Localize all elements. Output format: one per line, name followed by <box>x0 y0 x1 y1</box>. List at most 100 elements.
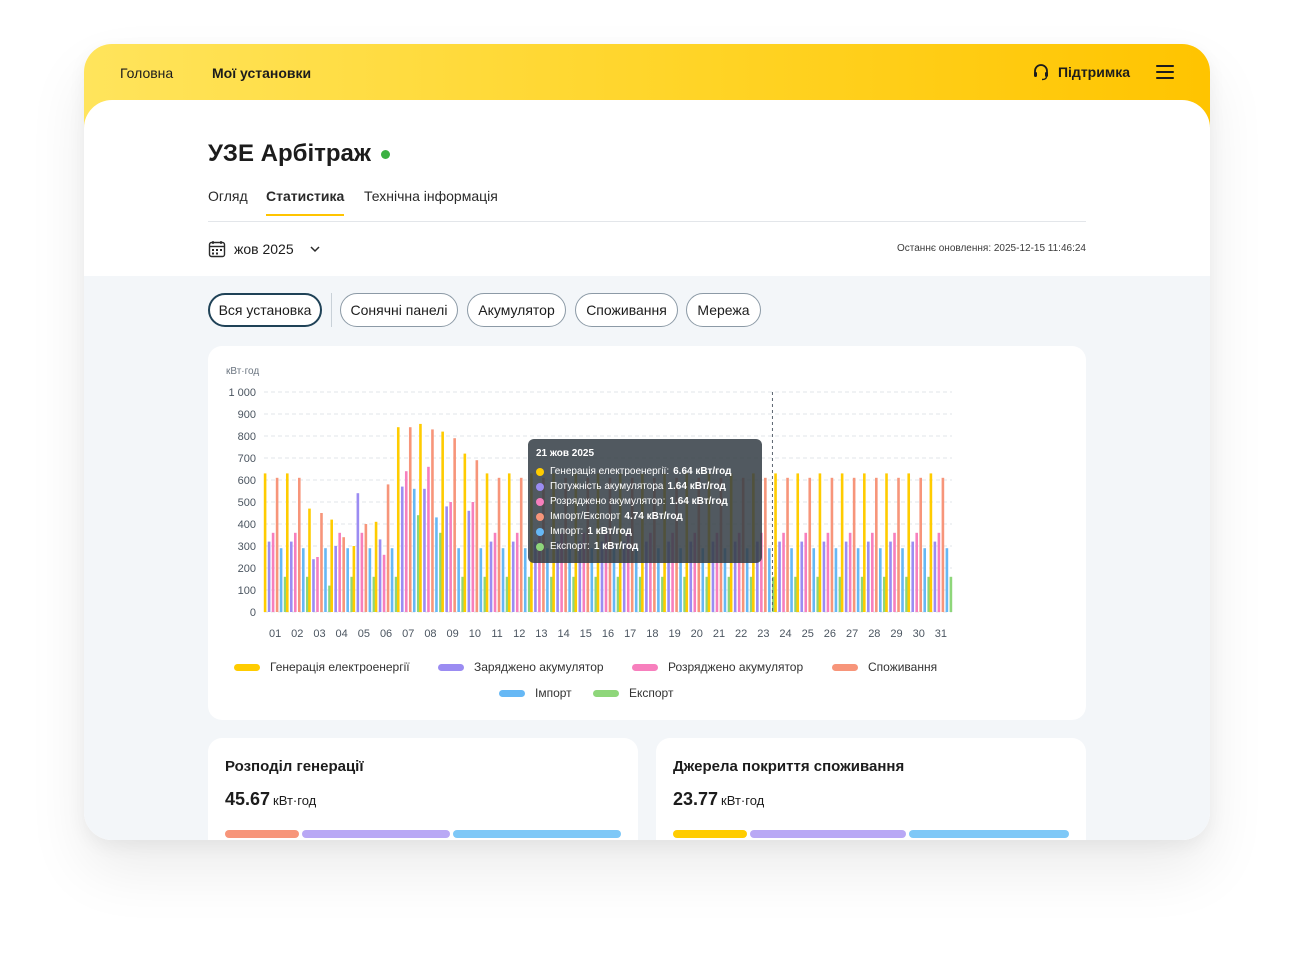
bar-10-series-2 <box>471 502 475 612</box>
bar-08-series-3 <box>431 429 434 612</box>
x-tick-label: 23 <box>757 628 769 640</box>
calendar-icon <box>208 241 226 258</box>
bar-11-series-0 <box>485 473 489 612</box>
bar-01-series-3 <box>275 477 279 612</box>
bar-29-series-4 <box>901 548 904 612</box>
bar-25-series-2 <box>804 532 808 612</box>
x-tick-label: 06 <box>380 628 392 640</box>
bar-07-series-4 <box>412 488 416 612</box>
x-tick-label: 03 <box>313 628 325 640</box>
stat-bar-segment <box>750 830 907 838</box>
y-tick-label: 100 <box>238 585 256 597</box>
y-tick-label: 300 <box>238 541 256 553</box>
bar-29-series-2 <box>893 532 896 612</box>
bar-12-series-4 <box>523 548 527 612</box>
tab-technical-info[interactable]: Технічна інформація <box>364 188 498 214</box>
headset-icon <box>1033 64 1048 81</box>
bar-30-series-3 <box>919 477 923 612</box>
menu-icon[interactable] <box>1156 64 1174 80</box>
x-tick-label: 27 <box>846 628 858 640</box>
x-tick-label: 08 <box>424 628 436 640</box>
legend-generation[interactable]: Генерація електроенергії <box>234 660 410 674</box>
bar-11-series-3 <box>497 477 501 612</box>
filter-whole-installation[interactable]: Вся установка <box>208 293 322 327</box>
nav-home-link[interactable]: Головна <box>120 64 173 82</box>
bar-03-series-4 <box>324 548 327 612</box>
y-tick-label: 400 <box>238 519 256 531</box>
bar-28-series-1 <box>867 541 870 612</box>
bar-03-series-2 <box>316 557 319 612</box>
x-tick-label: 21 <box>713 628 725 640</box>
bar-05-series-0 <box>352 546 356 612</box>
bar-04-series-3 <box>342 537 345 612</box>
bar-30-series-1 <box>911 541 915 612</box>
bar-30-series-0 <box>907 473 911 612</box>
legend-consumption[interactable]: Споживання <box>832 660 937 674</box>
legend-battery-discharged[interactable]: Розряджено акумулятор <box>632 660 803 674</box>
tooltip-row: Імпорт: 1 кВт/год <box>536 524 754 539</box>
bar-06-series-1 <box>378 539 382 612</box>
bar-12-series-1 <box>511 541 515 612</box>
consumption-sources-card: Джерела покриття споживання 23.77 кВт·год <box>656 738 1086 840</box>
legend-swatch <box>832 663 858 671</box>
x-tick-label: 12 <box>513 628 525 640</box>
bar-25-series-0 <box>796 473 800 612</box>
bar-11-series-4 <box>501 548 505 612</box>
support-button[interactable]: Підтримка <box>1032 63 1130 81</box>
bar-06-series-4 <box>390 548 394 612</box>
tab-statistics[interactable]: Статистика <box>266 188 345 216</box>
filter-battery[interactable]: Акумулятор <box>467 293 566 327</box>
filter-consumption[interactable]: Споживання <box>575 293 678 327</box>
bar-24-series-4 <box>790 548 793 612</box>
bar-31-series-1 <box>933 541 937 612</box>
tooltip-row: Генерація електроенергії: 6.64 кВт/год <box>536 464 754 479</box>
chart-tooltip: 21 жов 2025 Генерація електроенергії: 6.6… <box>528 439 762 563</box>
x-tick-label: 15 <box>580 628 592 640</box>
x-tick-label: 22 <box>735 628 747 640</box>
bar-29-series-0 <box>885 473 888 612</box>
filter-solar-panels[interactable]: Сонячні панелі <box>340 293 458 327</box>
bar-26-series-1 <box>822 541 826 612</box>
x-tick-label: 30 <box>913 628 925 640</box>
x-tick-label: 01 <box>269 628 281 640</box>
app-window: Головна Мої установки Підтримка УЗЕ Арбі… <box>84 44 1210 840</box>
x-tick-label: 04 <box>336 628 348 640</box>
installation-name: УЗЕ Арбітраж <box>208 140 371 167</box>
bar-04-series-1 <box>334 546 337 612</box>
bar-27-series-1 <box>844 541 848 612</box>
tab-overview[interactable]: Огляд <box>208 188 248 214</box>
month-selector[interactable]: жов 2025 <box>208 240 322 258</box>
legend-battery-charged[interactable]: Заряджено акумулятор <box>438 660 604 674</box>
legend-export[interactable]: Експорт <box>593 686 673 700</box>
nav-installations-link[interactable]: Мої установки <box>212 64 311 82</box>
bar-28-series-4 <box>879 548 882 612</box>
bar-30-series-2 <box>915 532 919 612</box>
support-label: Підтримка <box>1057 64 1130 80</box>
tooltip-row: Експорт: 1 кВт/год <box>536 539 754 554</box>
bar-12-series-2 <box>515 532 519 612</box>
bar-27-series-0 <box>840 473 844 612</box>
filter-grid[interactable]: Мережа <box>686 293 761 327</box>
bar-02-series-1 <box>289 541 293 612</box>
statistics-area: Вся установка Сонячні панелі Акумулятор … <box>84 276 1210 840</box>
bar-25-series-4 <box>812 548 816 612</box>
x-tick-label: 07 <box>402 628 414 640</box>
legend-import[interactable]: Імпорт <box>499 686 572 700</box>
bar-09-series-1 <box>445 506 448 612</box>
legend-swatch <box>593 689 619 697</box>
bar-26-series-3 <box>830 477 834 612</box>
generation-distribution-card: Розподіл генерації 45.67 кВт·год <box>208 738 638 840</box>
bar-07-series-1 <box>400 486 404 612</box>
stat-title: Джерела покриття споживання <box>673 758 905 775</box>
stat-value: 45.67 кВт·год <box>225 789 317 809</box>
tooltip-row: Потужність акумулятора 1.64 кВт/год <box>536 479 754 494</box>
bar-10-series-0 <box>463 453 467 612</box>
legend-swatch <box>499 689 525 697</box>
y-tick-label: 200 <box>238 563 256 575</box>
x-tick-label: 18 <box>646 628 658 640</box>
month-label: жов 2025 <box>234 241 294 257</box>
x-tick-label: 09 <box>447 628 459 640</box>
bar-05-series-4 <box>368 548 372 612</box>
y-tick-label: 1 000 <box>228 387 256 399</box>
bar-24-series-3 <box>786 477 789 612</box>
